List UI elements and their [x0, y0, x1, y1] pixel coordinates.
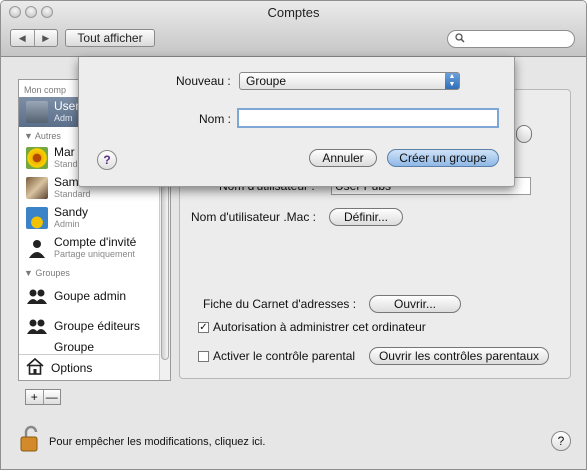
house-icon	[25, 357, 45, 378]
list-item-groupe[interactable]: Groupe	[19, 340, 159, 354]
help-button[interactable]: ?	[97, 150, 117, 170]
define-mac-button[interactable]: Définir...	[329, 208, 403, 226]
list-item-groupe-editeurs[interactable]: Groupe éditeurs	[19, 311, 159, 341]
sunflower-icon	[26, 147, 48, 169]
person-silhouette-icon	[26, 237, 48, 259]
show-all-button[interactable]: Tout afficher	[65, 29, 155, 47]
help-button-footer[interactable]: ?	[551, 431, 571, 451]
options-button[interactable]: Options	[19, 354, 159, 380]
parental-control-label: Activer le contrôle parental	[213, 349, 356, 363]
account-role: Standard	[54, 189, 91, 199]
account-name: User	[54, 99, 80, 113]
search-icon	[455, 33, 465, 46]
account-role: Admin	[54, 219, 80, 229]
forward-button[interactable]: ▶	[33, 30, 58, 46]
password-button-edge[interactable]	[516, 125, 532, 143]
group-name-input[interactable]	[237, 108, 499, 128]
add-account-button[interactable]: +	[26, 390, 43, 404]
nav-back-forward: ◀ ▶	[10, 29, 58, 47]
account-role: Partage uniquement	[54, 249, 136, 259]
create-group-button[interactable]: Créer un groupe	[387, 149, 499, 167]
section-other-accounts: ▼ Autres	[24, 131, 61, 141]
parental-control-checkbox[interactable]	[198, 351, 209, 362]
new-type-label: Nouveau :	[176, 74, 231, 88]
group-name: Goupe admin	[54, 289, 127, 303]
lock-bar: Pour empêcher les modifications, cliquez…	[1, 413, 586, 469]
group-name: Groupe éditeurs	[54, 319, 141, 333]
group-icon	[26, 285, 48, 307]
options-label: Options	[51, 360, 93, 375]
group-name: Groupe	[54, 340, 95, 354]
admin-checkbox-label: Autorisation à administrer cet ordinateu…	[213, 320, 426, 334]
user-photo-icon	[26, 101, 48, 123]
title-bar: Comptes ◀ ▶ Tout afficher	[1, 1, 586, 57]
list-item-sandy[interactable]: Sandy Admin	[19, 203, 159, 233]
dog-photo-icon	[26, 177, 48, 199]
search-input[interactable]	[447, 30, 575, 48]
list-item-guest[interactable]: Compte d'invité Partage uniquement	[19, 233, 159, 263]
accounts-window: Comptes ◀ ▶ Tout afficher Mon comp User A…	[0, 0, 587, 470]
group-icon	[26, 340, 48, 354]
list-item-goupe-admin[interactable]: Goupe admin	[19, 281, 159, 311]
add-remove-control: + —	[25, 389, 61, 405]
flower-sky-icon	[26, 207, 48, 229]
account-name: Compte d'invité	[54, 235, 137, 249]
open-address-card-button[interactable]: Ouvrir...	[369, 295, 461, 313]
section-my-account: Mon comp	[24, 85, 67, 95]
back-button[interactable]: ◀	[11, 30, 34, 46]
admin-checkbox[interactable]: ✓	[198, 322, 209, 333]
account-role: Adm	[54, 113, 73, 123]
address-book-label: Fiche du Carnet d'adresses :	[203, 297, 357, 311]
name-label: Nom :	[199, 112, 232, 126]
popup-arrows-icon: ▲ ▼	[445, 73, 459, 89]
section-groups: ▼ Groupes	[24, 268, 70, 278]
cancel-button[interactable]: Annuler	[309, 149, 377, 167]
open-parental-controls-button[interactable]: Ouvrir les contrôles parentaux	[369, 347, 549, 365]
padlock-icon[interactable]	[20, 425, 42, 456]
new-type-select[interactable]: Groupe ▲ ▼	[239, 72, 460, 90]
lock-message: Pour empêcher les modifications, cliquez…	[49, 436, 266, 448]
account-name: Sandy	[54, 205, 89, 219]
mac-username-label: Nom d'utilisateur .Mac :	[191, 210, 316, 224]
group-icon	[26, 315, 48, 337]
account-name: Mar	[54, 145, 75, 159]
new-type-value: Groupe	[246, 74, 287, 88]
remove-account-button[interactable]: —	[42, 390, 61, 404]
new-account-sheet: Nouveau : Groupe ▲ ▼ Nom : ? Annuler Crée…	[78, 57, 515, 187]
account-role: Stand	[54, 159, 78, 169]
window-title: Comptes	[267, 5, 320, 20]
